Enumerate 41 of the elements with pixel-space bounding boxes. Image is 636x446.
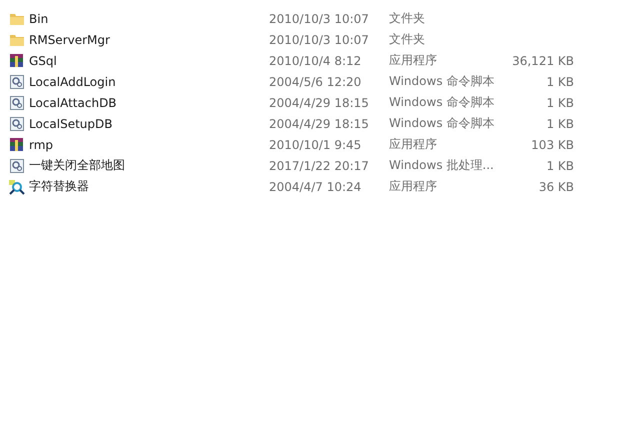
file-type: 应用程序 [389, 52, 438, 69]
modified-date: 2010/10/3 10:07 [269, 12, 370, 26]
file-name[interactable]: GSql [29, 54, 269, 68]
modified-date: 2017/1/22 20:17 [269, 158, 370, 172]
modified-date: 2010/10/1 9:45 [269, 138, 362, 152]
magnifier-icon [9, 178, 25, 194]
file-size: 36,121 KB [512, 54, 574, 68]
file-type: 文件夹 [389, 31, 426, 48]
file-size: 103 KB [531, 138, 574, 152]
script-gear-icon [9, 94, 25, 110]
file-size: 36 KB [538, 180, 574, 194]
file-type: 文件夹 [389, 10, 426, 27]
file-name[interactable]: 字符替换器 [29, 178, 269, 195]
file-type: 应用程序 [389, 178, 438, 195]
file-name[interactable]: RMServerMgr [29, 32, 269, 46]
file-type: Windows 命令脚本 [389, 94, 496, 111]
modified-date: 2004/5/6 12:20 [269, 74, 362, 88]
file-type: Windows 批处理... [389, 157, 495, 174]
file-name[interactable]: LocalAttachDB [29, 96, 269, 110]
file-name[interactable]: 一键关闭全部地图 [29, 157, 269, 174]
file-type: Windows 命令脚本 [389, 73, 496, 90]
modified-date: 2004/4/7 10:24 [269, 180, 362, 194]
file-size: 1 KB [546, 116, 574, 130]
modified-date: 2004/4/29 18:15 [269, 116, 370, 130]
script-gear-icon [9, 74, 25, 90]
modified-date: 2010/10/3 10:07 [269, 32, 370, 46]
file-name[interactable]: LocalAddLogin [29, 74, 269, 88]
script-gear-icon [9, 158, 25, 174]
file-size: 1 KB [546, 74, 574, 88]
file-type: Windows 命令脚本 [389, 115, 496, 132]
script-gear-icon [9, 116, 25, 132]
file-size: 1 KB [546, 96, 574, 110]
file-name[interactable]: LocalSetupDB [29, 116, 269, 130]
file-size: 1 KB [546, 158, 574, 172]
file-type: 应用程序 [389, 136, 438, 153]
books-icon [9, 136, 25, 152]
modified-date: 2010/10/4 8:12 [269, 54, 362, 68]
file-name[interactable]: Bin [29, 12, 269, 26]
modified-date: 2004/4/29 18:15 [269, 96, 370, 110]
books-icon [9, 52, 25, 68]
file-name[interactable]: rmp [29, 138, 269, 152]
